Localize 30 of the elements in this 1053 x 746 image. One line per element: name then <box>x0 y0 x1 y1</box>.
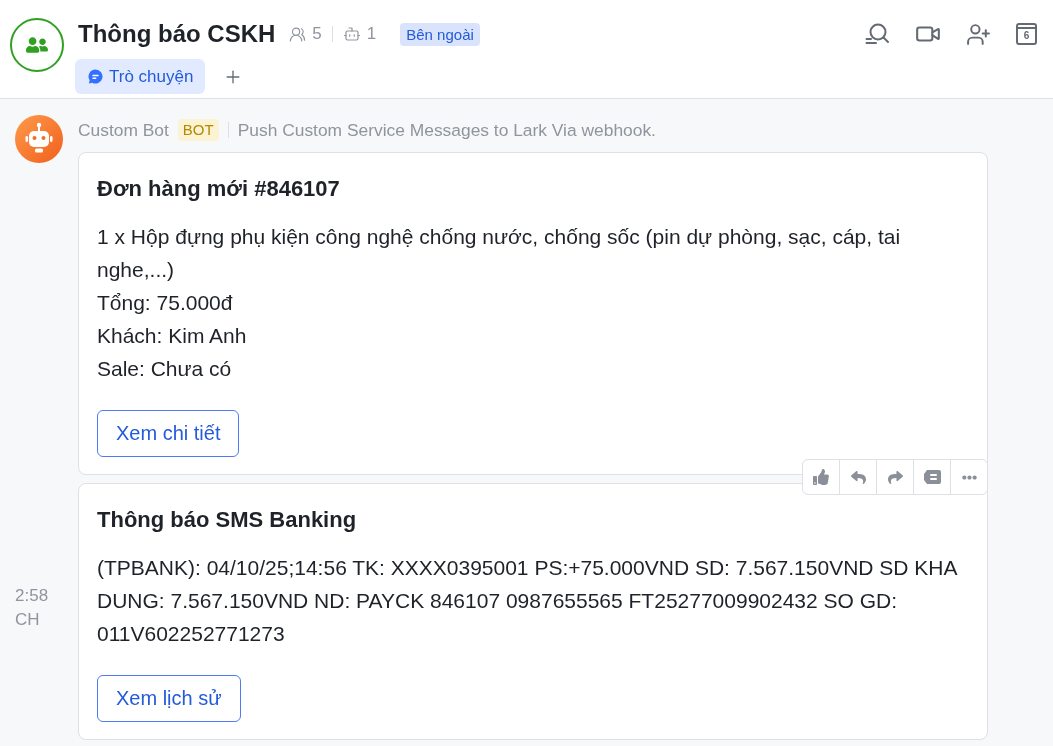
note-icon[interactable] <box>923 470 941 484</box>
bot-count: 1 <box>366 24 377 44</box>
members-icon <box>289 25 307 43</box>
forward-icon[interactable] <box>887 469 903 485</box>
member-count: 5 <box>312 24 322 44</box>
group-icon <box>10 18 64 72</box>
calendar-button[interactable]: 6 <box>1016 23 1037 45</box>
bot-description: Push Custom Service Messages to Lark Via webhook. <box>237 119 656 141</box>
card-text: Khách: Kim Anh <box>97 323 248 349</box>
thumbs-up-icon[interactable] <box>813 469 829 485</box>
chat-bubble-icon <box>88 69 103 84</box>
bot-tag: BOT <box>177 119 219 141</box>
robot-icon <box>15 115 63 163</box>
chat-tab[interactable]: Trò chuyện <box>75 59 206 94</box>
card-title: Thông báo SMS Banking <box>97 507 358 533</box>
card-text: (TPBANK): 04/10/25;14:56 TK: XXXX0395001 PS:+75.000VND SD: 7.567.150VND SD KHA DUNG: 7.567.150VND ND: PAYCK 846107 0987655565 FT25277009902432 SO GD: 011V602252771273 <box>97 555 958 647</box>
card-action-button[interactable]: Xem lịch sử <box>97 675 241 722</box>
card-text: 1 x Hộp đựng phụ kiện công nghệ chống nước, chống sốc (pin dự phòng, sạc, cáp, tai nghe,...) <box>97 224 902 283</box>
search-icon[interactable] <box>865 22 890 46</box>
card-action-button[interactable]: Xem chi tiết <box>97 410 240 457</box>
external-tag: Bên ngoài <box>400 22 480 46</box>
add-member-icon[interactable] <box>966 21 991 47</box>
reply-icon[interactable] <box>850 469 866 485</box>
chat-title: Thông báo CSKH <box>78 19 276 49</box>
card-text: Tổng: 75.000đ <box>97 290 234 316</box>
card-title: Đơn hàng mới #846107 <box>97 176 341 202</box>
sender-name: Custom Bot <box>78 119 169 141</box>
bot-icon <box>342 25 361 43</box>
message-time: 2:58 CH <box>15 584 50 631</box>
card-text: Sale: Chưa có <box>97 356 233 382</box>
